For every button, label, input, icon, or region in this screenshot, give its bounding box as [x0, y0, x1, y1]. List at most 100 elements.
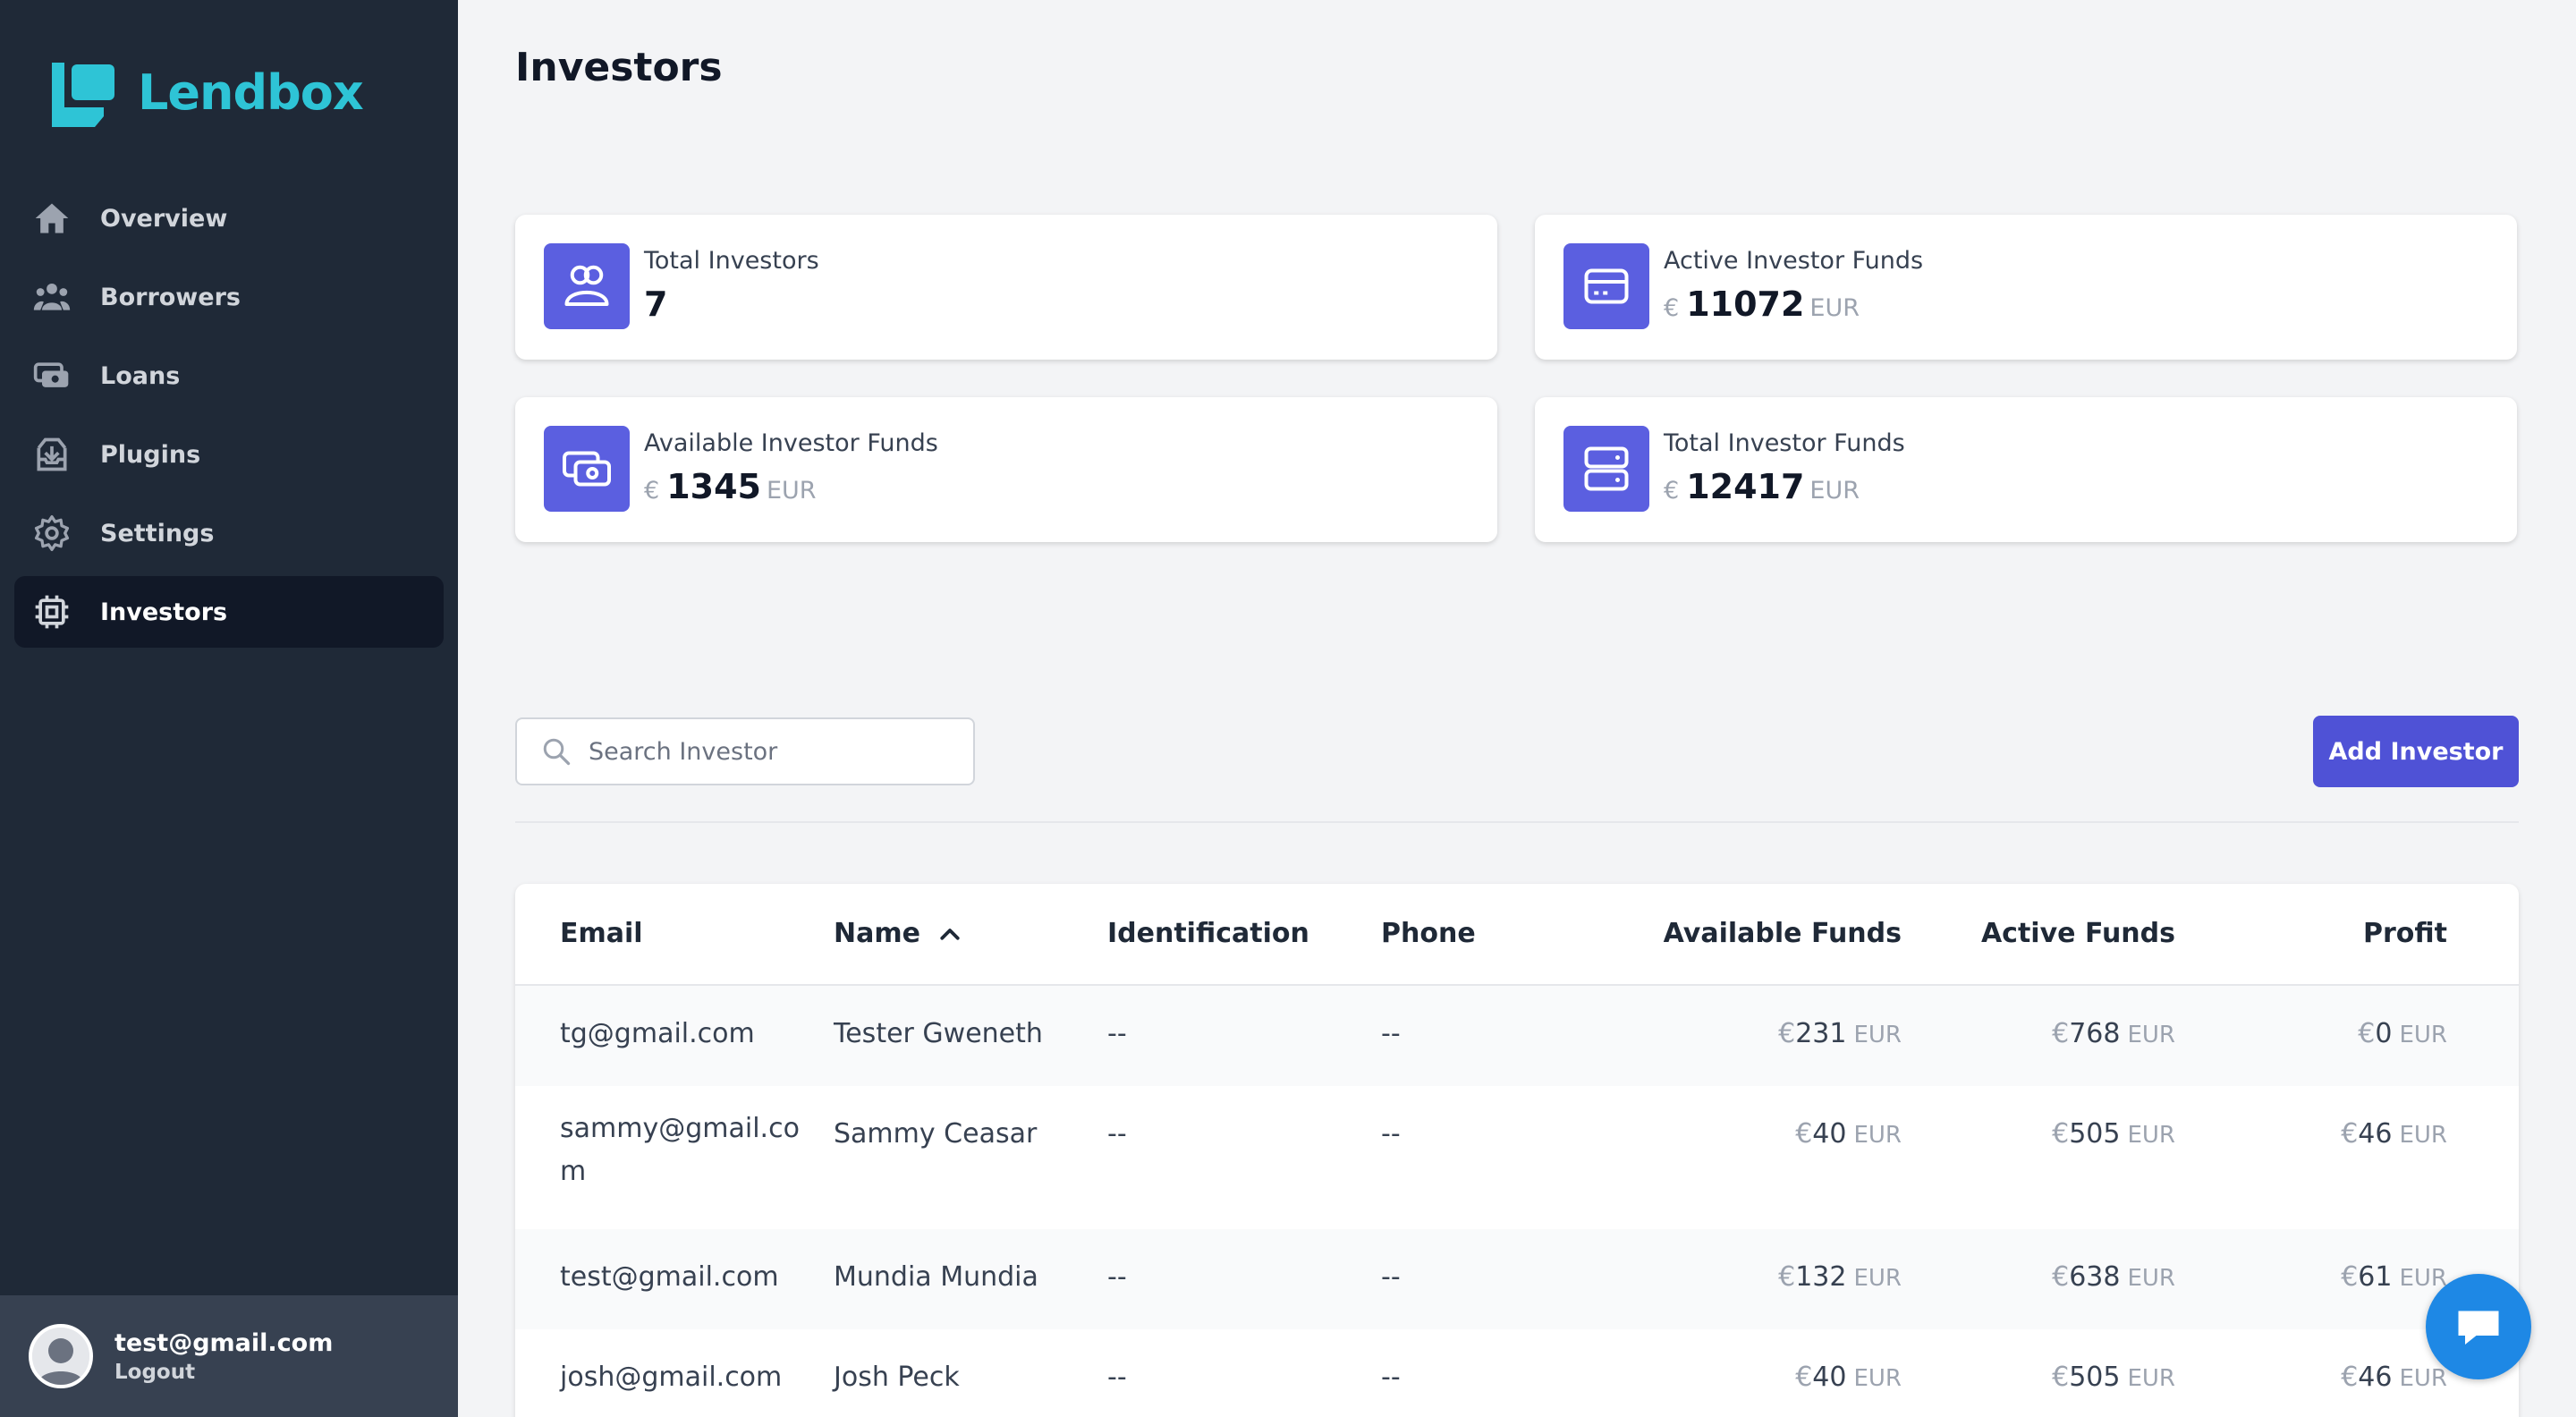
stat-value: € 1345 EUR	[644, 467, 817, 506]
amount: 61	[2358, 1261, 2393, 1293]
currency-symbol: €	[2358, 1018, 2376, 1049]
currency-unit: EUR	[1809, 294, 1860, 322]
currency-unit: EUR	[766, 477, 817, 505]
column-header-identification[interactable]: Identification	[1107, 918, 1309, 949]
amount: 46	[2358, 1362, 2393, 1393]
currency-unit: EUR	[2127, 1022, 2175, 1048]
currency-symbol: €	[2341, 1362, 2359, 1393]
currency-symbol: €	[1778, 1018, 1796, 1049]
currency-unit: EUR	[1853, 1022, 1902, 1048]
column-header-label: Name	[834, 918, 920, 949]
amount: 638	[2069, 1261, 2121, 1293]
stat-label: Total Investor Funds	[1664, 429, 1905, 457]
users-icon	[33, 283, 71, 310]
currency-symbol: €	[2052, 1118, 2070, 1150]
stat-number: 11072	[1686, 284, 1805, 324]
gear-icon	[34, 515, 70, 551]
currency-symbol: €	[1795, 1362, 1813, 1393]
currency-unit: EUR	[2399, 1022, 2447, 1048]
page-title: Investors	[515, 45, 723, 90]
cell-available-funds: €231 EUR	[1778, 1018, 1902, 1049]
sidebar-item-label: Borrowers	[100, 283, 241, 311]
amount: 40	[1812, 1118, 1847, 1150]
cell-identification: --	[1107, 1362, 1127, 1393]
add-investor-button[interactable]: Add Investor	[2313, 716, 2519, 787]
table-row[interactable]: tg@gmail.com Tester Gweneth -- -- €231 EU…	[515, 986, 2519, 1086]
server-icon	[1584, 446, 1629, 491]
column-header-email[interactable]: Email	[560, 918, 643, 949]
cell-active-funds: €505 EUR	[2052, 1362, 2175, 1393]
cell-available-funds: €40 EUR	[1795, 1362, 1902, 1393]
table-row[interactable]: sammy@gmail.com Sammy Ceasar -- -- €40 EU…	[515, 1086, 2519, 1229]
sidebar-item-label: Settings	[100, 519, 215, 547]
currency-unit: EUR	[2127, 1365, 2175, 1392]
stat-number: 12417	[1686, 467, 1805, 506]
amount: 0	[2375, 1018, 2393, 1049]
sidebar-item-plugins[interactable]: Plugins	[14, 419, 444, 490]
sidebar-item-borrowers[interactable]: Borrowers	[14, 261, 444, 333]
user-email: test@gmail.com	[114, 1328, 334, 1357]
currency-symbol: €	[1778, 1261, 1796, 1293]
cell-name: Josh Peck	[834, 1362, 960, 1393]
stat-icon-tile	[1563, 243, 1649, 329]
sidebar-item-overview[interactable]: Overview	[14, 182, 444, 254]
currency-unit: EUR	[2399, 1265, 2447, 1292]
cell-name: Sammy Ceasar	[834, 1118, 1038, 1150]
cell-email: sammy@gmail.com	[560, 1113, 800, 1187]
logo[interactable]: Lendbox	[48, 54, 364, 131]
currency-symbol: €	[1664, 477, 1680, 505]
sidebar-item-settings[interactable]: Settings	[14, 497, 444, 569]
column-header-phone[interactable]: Phone	[1381, 918, 1476, 949]
money-icon	[33, 362, 69, 387]
table-header: Email Name Identification Phone Availabl…	[515, 884, 2519, 986]
table-row[interactable]: josh@gmail.com Josh Peck -- -- €40 EUR €5…	[515, 1329, 2519, 1417]
sidebar-item-loans[interactable]: Loans	[14, 340, 444, 412]
amount: 231	[1795, 1018, 1847, 1049]
cash-icon	[563, 451, 611, 487]
sidebar-item-label: Overview	[100, 204, 228, 233]
search-input[interactable]	[589, 737, 946, 766]
stat-label: Available Investor Funds	[644, 429, 938, 457]
table-row[interactable]: test@gmail.com Mundia Mundia -- -- €132 E…	[515, 1229, 2519, 1329]
cell-name: Mundia Mundia	[834, 1261, 1038, 1293]
cell-phone: --	[1381, 1362, 1401, 1393]
stat-number: 7	[644, 284, 668, 324]
column-header-profit[interactable]: Profit	[2363, 918, 2447, 949]
brand-name: Lendbox	[138, 64, 364, 121]
chip-icon	[35, 595, 69, 629]
cell-phone: --	[1381, 1118, 1401, 1150]
cell-active-funds: €768 EUR	[2052, 1018, 2175, 1049]
currency-symbol: €	[2052, 1261, 2070, 1293]
stat-value: € 11072 EUR	[1664, 284, 1860, 324]
currency-symbol: €	[2341, 1118, 2359, 1150]
currency-unit: EUR	[1809, 477, 1860, 505]
stat-label: Total Investors	[644, 247, 819, 275]
cell-identification: --	[1107, 1118, 1127, 1150]
lendbox-logo-icon	[52, 63, 114, 127]
user-avatar-icon	[32, 1328, 89, 1385]
divider	[515, 821, 2519, 823]
cell-email: test@gmail.com	[560, 1261, 779, 1293]
chevron-up-icon[interactable]	[936, 921, 963, 948]
stat-icon-tile	[544, 426, 630, 512]
currency-symbol: €	[644, 477, 660, 505]
amount: 505	[2069, 1362, 2121, 1393]
chat-widget-button[interactable]	[2426, 1274, 2531, 1379]
search-box[interactable]	[515, 717, 975, 785]
column-header-name[interactable]: Name	[834, 918, 963, 949]
column-header-available-funds[interactable]: Available Funds	[1664, 918, 1902, 949]
currency-symbol: €	[2052, 1362, 2070, 1393]
sidebar-item-label: Loans	[100, 361, 181, 390]
user-profile[interactable]: test@gmail.com Logout	[0, 1295, 458, 1417]
main-content: Investors Total Investors 7 Active Inves…	[458, 0, 2576, 1417]
sidebar: Lendbox Overview Borrowers Loans Plugins…	[0, 0, 458, 1417]
chat-bubble-icon	[2458, 1311, 2499, 1345]
sidebar-item-label: Investors	[100, 598, 228, 626]
column-header-active-funds[interactable]: Active Funds	[1981, 918, 2175, 949]
logout-link[interactable]: Logout	[114, 1361, 333, 1384]
currency-unit: EUR	[2399, 1122, 2447, 1149]
avatar	[29, 1324, 93, 1388]
currency-symbol: €	[2052, 1018, 2070, 1049]
sidebar-item-investors[interactable]: Investors	[14, 576, 444, 648]
search-icon	[543, 738, 571, 766]
